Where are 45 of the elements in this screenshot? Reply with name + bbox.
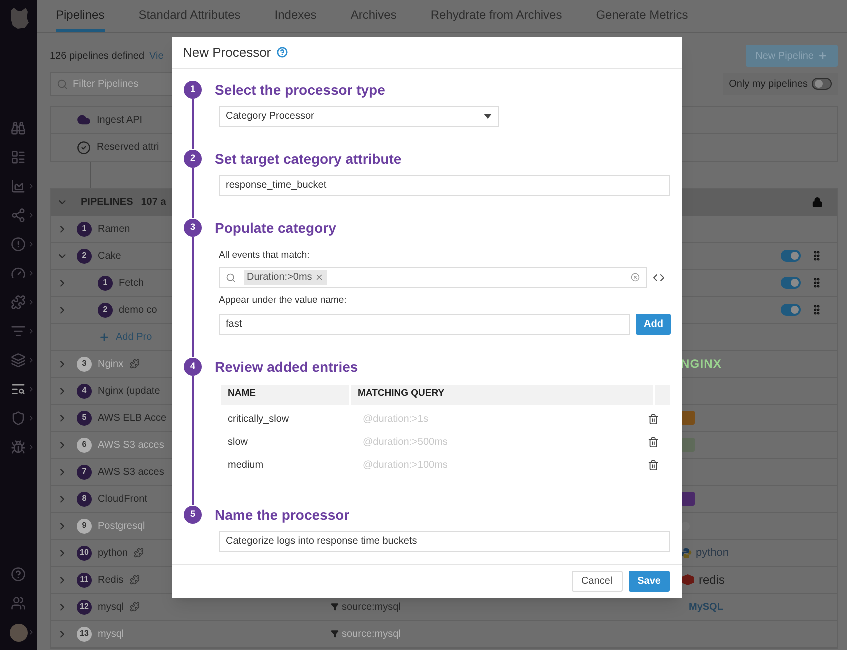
step-number: 4 [77,384,92,398]
dialog-title: New Processor [183,44,272,62]
only-my-pipelines-label: Only my pipelines [729,78,808,92]
preprocessing-label: Ingest API [97,114,143,128]
step-number: 9 [77,518,92,534]
field-label: All events that match: [219,249,311,263]
step-number: 12 [77,600,92,614]
step-title: Select the processor type [215,81,386,100]
field-label: Appear under the value name: [219,294,348,308]
step-number: 4 [184,358,202,376]
step-number: 7 [77,464,92,480]
step-number: 2 [77,248,92,264]
step-number: 5 [184,506,202,524]
step-number: 8 [77,492,92,506]
preprocessing-label: Reserved attri [97,141,160,155]
column-header: MATCHING QUERY [351,384,653,404]
step-title: Set target category attribute [215,150,403,169]
nginx-logo: NGINX [681,356,722,373]
entry-name: medium [227,458,265,472]
step-number: 1 [184,81,202,99]
step-number: 1 [98,276,113,290]
step-number: 13 [77,626,92,642]
mysql-logo: MySQL [689,600,724,614]
python-logo-text: python [696,546,730,561]
step-number: 3 [184,219,202,237]
filter-query: source:mysql [342,600,401,614]
step-title: Review added entries [215,358,360,376]
entry-name: critically_slow [227,412,290,426]
step-title: Populate category [215,219,338,238]
filter-query: source:mysql [342,628,401,642]
step-number: 10 [77,546,92,560]
step-number: 5 [77,410,92,426]
entry-name: slow [227,436,250,450]
pipeline-count: 126 pipelines defined [50,50,145,64]
step-number: 1 [77,222,92,236]
pipelines-count: 107 a [141,196,166,210]
step-number: 2 [98,302,113,318]
step-title: Name the processor [215,506,351,524]
step-number: 11 [77,572,92,588]
redis-logo-text: redis [699,572,726,589]
step-number: 2 [184,150,202,168]
pipelines-title: PIPELINES [81,196,134,210]
step-number: 3 [77,356,92,372]
step-number: 6 [77,438,92,452]
column-header: NAME [221,384,349,404]
